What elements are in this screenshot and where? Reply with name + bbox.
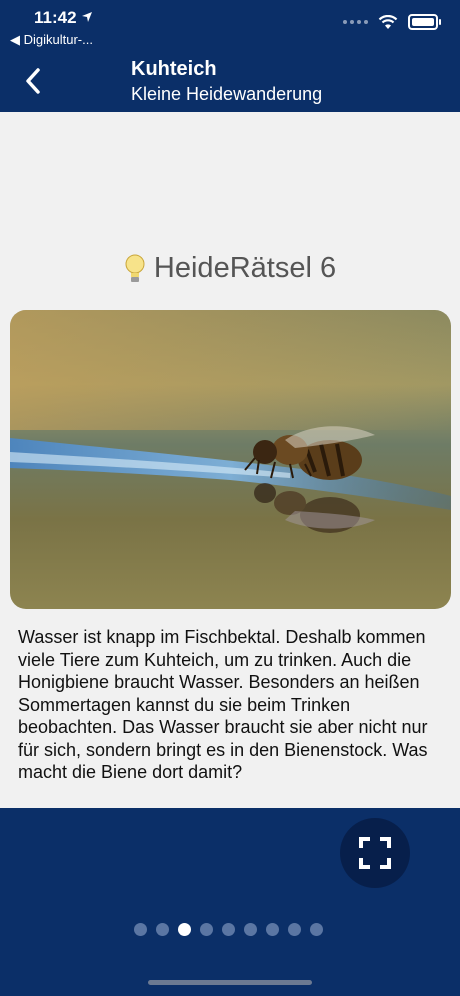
home-indicator[interactable] xyxy=(148,980,312,985)
page-dot[interactable] xyxy=(244,923,257,936)
battery-icon xyxy=(408,14,441,30)
page-dot[interactable] xyxy=(134,923,147,936)
page-subtitle: Kleine Heidewanderung xyxy=(131,84,323,104)
page-dot[interactable] xyxy=(266,923,279,936)
fullscreen-icon xyxy=(359,837,391,869)
lightbulb-icon xyxy=(125,254,145,282)
page-dot[interactable] xyxy=(222,923,235,936)
riddle-description: Wasser ist knapp im Fischbektal. Deshalb… xyxy=(18,627,428,782)
status-time: 11:42 xyxy=(34,8,93,28)
location-arrow-icon xyxy=(82,12,93,22)
page-dot-active[interactable] xyxy=(178,923,191,936)
fullscreen-button[interactable] xyxy=(340,818,410,888)
back-app-label: Digikultur-... xyxy=(23,32,93,47)
page-dot[interactable] xyxy=(310,923,323,936)
page-dot[interactable] xyxy=(200,923,213,936)
back-button[interactable] xyxy=(18,64,48,98)
status-indicators xyxy=(343,14,441,30)
back-arrow-small-icon: ◀ xyxy=(10,32,20,47)
riddle-heading: HeideRätsel 6 xyxy=(0,252,460,285)
back-to-app-link[interactable]: ◀ Digikultur-... xyxy=(10,32,93,48)
page-dot[interactable] xyxy=(156,923,169,936)
bee-drinking-water-image xyxy=(10,310,451,609)
signal-icon xyxy=(343,20,368,24)
chevron-left-icon xyxy=(26,68,40,94)
bee-photo[interactable] xyxy=(10,310,451,609)
page-indicator[interactable] xyxy=(134,923,323,936)
wifi-icon xyxy=(378,14,398,29)
status-time-text: 11:42 xyxy=(34,8,77,27)
page-title: Kuhteich xyxy=(131,58,217,80)
page-dot[interactable] xyxy=(288,923,301,936)
riddle-heading-text: HeideRätsel 6 xyxy=(153,252,337,284)
top-bar: 11:42 ◀ Digikultur-... Kuhteich Kleine H… xyxy=(0,0,460,112)
